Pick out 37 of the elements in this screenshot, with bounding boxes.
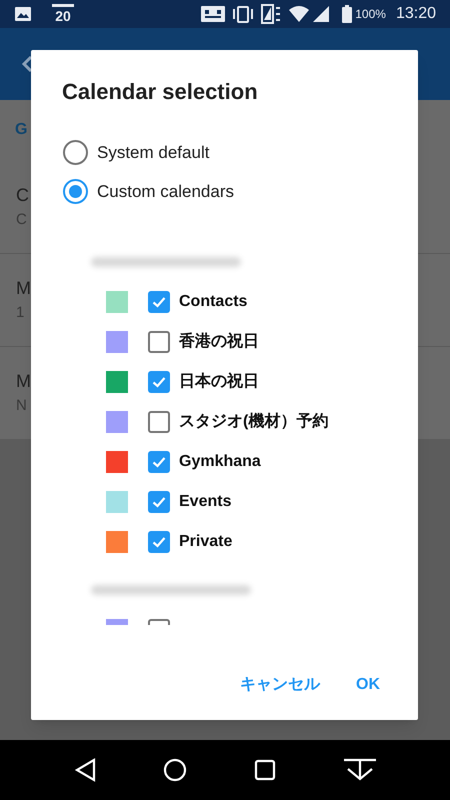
battery-icon <box>342 5 352 23</box>
checkbox[interactable] <box>148 531 170 553</box>
setting-title: M <box>16 277 31 300</box>
calendar-name[interactable]: スタジオ(機材）予約 <box>179 410 328 434</box>
wifi-icon <box>288 4 310 24</box>
setting-title: M <box>16 370 31 394</box>
radio-label[interactable]: System default <box>97 140 210 166</box>
checkbox[interactable] <box>148 451 170 473</box>
calendar-name[interactable]: Contacts <box>179 290 248 314</box>
section-header: G <box>14 120 28 140</box>
calendar-name[interactable]: Gymkhana <box>179 450 261 474</box>
vibrate-icon <box>232 4 254 24</box>
checkbox[interactable] <box>148 371 170 393</box>
checkbox[interactable] <box>148 291 170 313</box>
image-icon <box>14 6 32 22</box>
home-icon[interactable] <box>162 758 186 782</box>
hide-keyboard-icon[interactable] <box>342 758 376 782</box>
calendar-day: 20 <box>55 9 71 24</box>
calendar-name[interactable]: 日本の祝日 <box>179 370 259 394</box>
signal-icon <box>312 5 330 23</box>
checkbox[interactable] <box>148 331 170 353</box>
calendar-name[interactable]: Events <box>179 490 232 514</box>
setting-title: C <box>16 184 29 207</box>
calendar-name[interactable]: Private <box>179 530 232 554</box>
back-icon[interactable] <box>22 56 32 72</box>
recents-icon[interactable] <box>254 759 276 781</box>
dialog-title: Calendar selection <box>61 78 259 106</box>
radio-label[interactable]: Custom calendars <box>97 178 234 204</box>
checkbox[interactable] <box>148 491 170 513</box>
voicemail-icon <box>200 5 226 23</box>
radio-button[interactable] <box>63 140 88 165</box>
calendar-name[interactable]: 香港の祝日 <box>179 330 259 354</box>
checkbox[interactable] <box>148 411 170 433</box>
clock: 13:20 <box>396 4 436 24</box>
rotate-icon <box>260 4 282 24</box>
radio-button[interactable] <box>63 179 88 204</box>
battery-percent: 100% <box>355 6 386 23</box>
